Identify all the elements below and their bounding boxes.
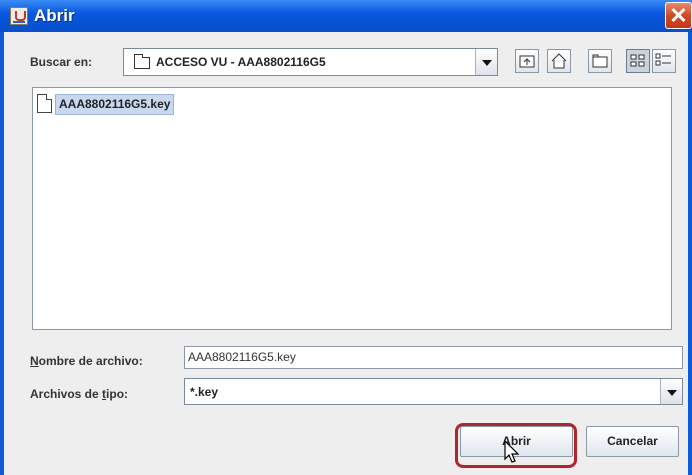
filename-label-mnemonic: N [30,354,39,368]
list-view-button[interactable] [626,49,650,73]
file-icon [37,94,52,113]
filename-label-text: ombre de archivo: [38,354,143,368]
filename-label: Nombre de archivo: [30,354,143,368]
new-folder-icon [592,54,608,68]
cancel-button[interactable]: Cancelar [586,426,679,457]
details-view-button[interactable] [652,49,676,73]
look-in-value: ACCESO VU - AAA8802116G5 [156,55,326,69]
chevron-down-icon[interactable] [475,49,497,75]
window-title: Abrir [34,6,75,25]
filetype-combo[interactable]: *.key [184,378,683,405]
home-icon [551,53,567,69]
up-folder-icon [519,55,535,68]
filetype-label: Archivos de tipo: [30,387,128,401]
chevron-down-icon[interactable] [660,379,682,404]
java-icon [10,7,28,25]
home-button[interactable] [547,49,571,73]
dialog-body: Buscar en: ACCESO VU - AAA8802116G5 AAA8… [4,32,688,475]
filetype-label-pre: Archivos de [30,387,103,401]
look-in-label: Buscar en: [30,55,93,69]
look-in-combo[interactable]: ACCESO VU - AAA8802116G5 [123,48,498,76]
folder-icon [134,54,150,69]
up-folder-button[interactable] [515,49,539,73]
close-button[interactable]: ✕ [665,2,692,29]
file-name: AAA8802116G5.key [55,94,175,115]
title-bar[interactable]: Abrir ✕ [0,0,692,32]
file-list[interactable]: AAA8802116G5.key [32,87,672,330]
mouse-cursor-icon [504,440,520,463]
dialog-window: Abrir ✕ Buscar en: ACCESO VU - AAA880211… [0,0,692,475]
close-icon: ✕ [669,3,688,28]
filetype-label-post: ipo: [106,387,129,401]
filename-input[interactable]: AAA8802116G5.key [184,346,683,369]
details-view-icon [655,53,671,66]
new-folder-button[interactable] [588,49,612,73]
list-view-icon [630,54,645,67]
filetype-value: *.key [190,385,219,399]
